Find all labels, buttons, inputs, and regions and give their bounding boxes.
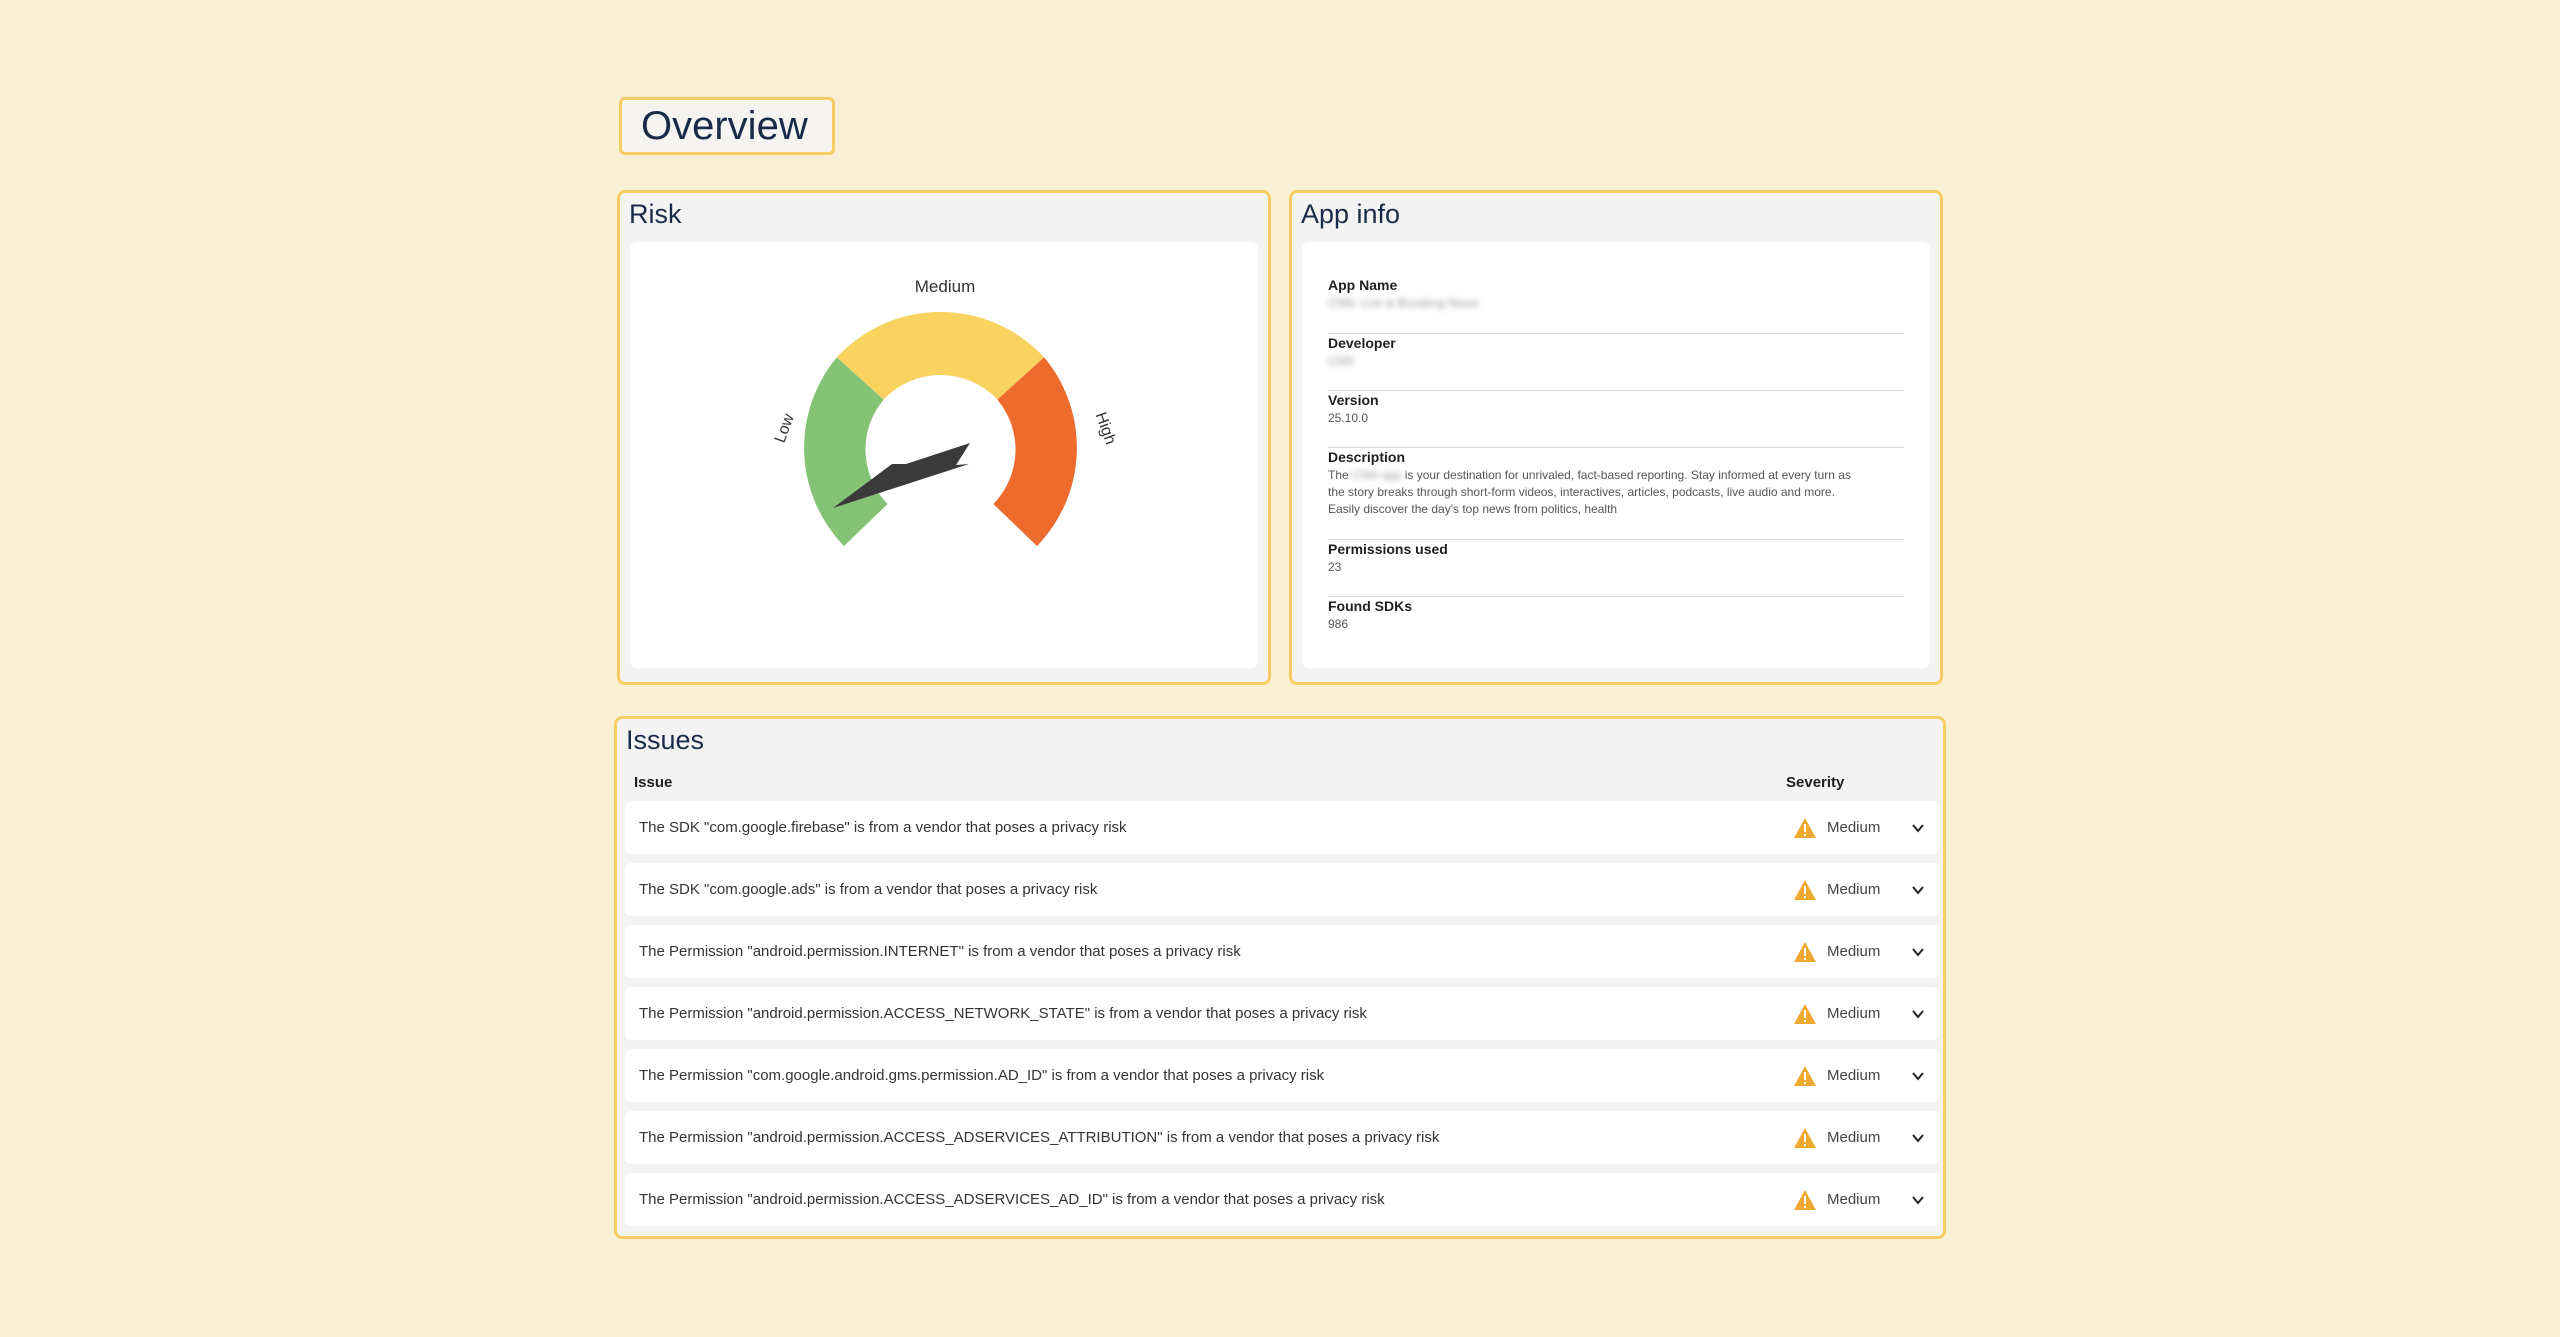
- issue-text: The Permission "android.permission.ACCES…: [639, 1005, 1367, 1022]
- gauge-label-high: High: [1092, 410, 1119, 447]
- warning-icon: [1794, 941, 1816, 962]
- severity-label: Medium: [1827, 1191, 1881, 1208]
- severity-cell: Medium: [1793, 941, 1880, 963]
- info-row-sdks: Found SDKs 986: [1328, 597, 1904, 653]
- description-text: The CNN app is your destination for unri…: [1328, 467, 1904, 518]
- issue-text: The Permission "android.permission.INTER…: [639, 943, 1241, 960]
- description-prefix: The: [1328, 468, 1353, 482]
- chevron-down-icon[interactable]: [1910, 1192, 1926, 1208]
- issues-panel-title: Issues: [626, 725, 705, 755]
- chevron-down-icon[interactable]: [1910, 820, 1926, 836]
- gauge-label-medium: Medium: [915, 277, 975, 296]
- issue-text: The Permission "android.permission.ACCES…: [639, 1191, 1385, 1208]
- issue-text: The Permission "android.permission.ACCES…: [639, 1129, 1440, 1146]
- info-value: 986: [1328, 617, 1349, 631]
- info-label: Permissions used: [1328, 541, 1448, 557]
- warning-icon: [1794, 1127, 1816, 1148]
- info-row-permissions: Permissions used 23: [1328, 540, 1904, 597]
- warning-icon: [1794, 1003, 1816, 1024]
- warning-icon: [1794, 879, 1816, 900]
- issues-panel: Issues Issue Severity The SDK "com.googl…: [614, 716, 1946, 1239]
- description-line3: Easily discover the day's top news from …: [1328, 502, 1618, 516]
- chevron-down-icon[interactable]: [1910, 944, 1926, 960]
- chevron-down-icon[interactable]: [1910, 1006, 1926, 1022]
- description-line2: the story breaks through short-form vide…: [1328, 485, 1835, 499]
- info-value: CNN: Live & Breaking News: [1328, 296, 1479, 310]
- chevron-down-icon[interactable]: [1910, 1068, 1926, 1084]
- issue-text: The SDK "com.google.firebase" is from a …: [639, 819, 1127, 836]
- issue-row[interactable]: The SDK "com.google.ads" is from a vendo…: [625, 863, 1939, 916]
- page-title: Overview: [619, 97, 835, 155]
- issue-row[interactable]: The Permission "android.permission.ACCES…: [625, 987, 1939, 1040]
- issue-text: The SDK "com.google.ads" is from a vendo…: [639, 881, 1098, 898]
- chevron-down-icon[interactable]: [1910, 882, 1926, 898]
- severity-cell: Medium: [1793, 1189, 1880, 1211]
- risk-panel: Risk Medium Low High: [617, 190, 1271, 685]
- severity-label: Medium: [1827, 1129, 1881, 1146]
- severity-label: Medium: [1827, 1067, 1881, 1084]
- info-label: App Name: [1328, 277, 1398, 293]
- severity-label: Medium: [1827, 1005, 1881, 1022]
- severity-cell: Medium: [1793, 1065, 1880, 1087]
- warning-icon: [1794, 1189, 1816, 1210]
- info-label: Found SDKs: [1328, 598, 1412, 614]
- issue-row[interactable]: The Permission "com.google.android.gms.p…: [625, 1049, 1939, 1102]
- info-value: 23: [1328, 560, 1342, 574]
- info-row-app-name: App Name CNN: Live & Breaking News: [1328, 276, 1904, 334]
- chevron-down-icon[interactable]: [1910, 1130, 1926, 1146]
- info-row-description: Description The CNN app is your destinat…: [1328, 448, 1904, 540]
- info-row-version: Version 25.10.0: [1328, 391, 1904, 448]
- column-header-issue: Issue: [634, 774, 673, 791]
- severity-cell: Medium: [1793, 879, 1880, 901]
- severity-label: Medium: [1827, 943, 1881, 960]
- info-label: Developer: [1328, 335, 1396, 351]
- severity-cell: Medium: [1793, 817, 1880, 839]
- severity-cell: Medium: [1793, 1127, 1880, 1149]
- issue-row[interactable]: The Permission "android.permission.ACCES…: [625, 1173, 1939, 1226]
- risk-gauge-card: Medium Low High: [630, 242, 1258, 668]
- app-info-panel: App info App Name CNN: Live & Breaking N…: [1289, 190, 1943, 685]
- info-value: CNN: [1328, 354, 1354, 368]
- gauge-label-low: Low: [772, 411, 798, 445]
- risk-panel-title: Risk: [629, 199, 682, 229]
- severity-cell: Medium: [1793, 1003, 1880, 1025]
- issue-row[interactable]: The Permission "android.permission.ACCES…: [625, 1111, 1939, 1164]
- info-row-developer: Developer CNN: [1328, 334, 1904, 391]
- severity-label: Medium: [1827, 881, 1881, 898]
- description-line1: is your destination for unrivaled, fact-…: [1401, 468, 1851, 482]
- issue-text: The Permission "com.google.android.gms.p…: [639, 1067, 1325, 1084]
- info-value: 25.10.0: [1328, 411, 1369, 425]
- column-header-severity: Severity: [1786, 774, 1845, 791]
- app-info-card: App Name CNN: Live & Breaking News Devel…: [1302, 242, 1930, 668]
- issue-row[interactable]: The Permission "android.permission.INTER…: [625, 925, 1939, 978]
- issue-row[interactable]: The SDK "com.google.firebase" is from a …: [625, 801, 1939, 854]
- warning-icon: [1794, 817, 1816, 838]
- warning-icon: [1794, 1065, 1816, 1086]
- risk-gauge: Medium Low High: [772, 277, 1119, 546]
- severity-label: Medium: [1827, 819, 1881, 836]
- app-info-panel-title: App info: [1301, 199, 1401, 229]
- description-blurred: CNN app: [1352, 468, 1402, 482]
- info-label: Description: [1328, 449, 1406, 465]
- info-label: Version: [1328, 392, 1379, 408]
